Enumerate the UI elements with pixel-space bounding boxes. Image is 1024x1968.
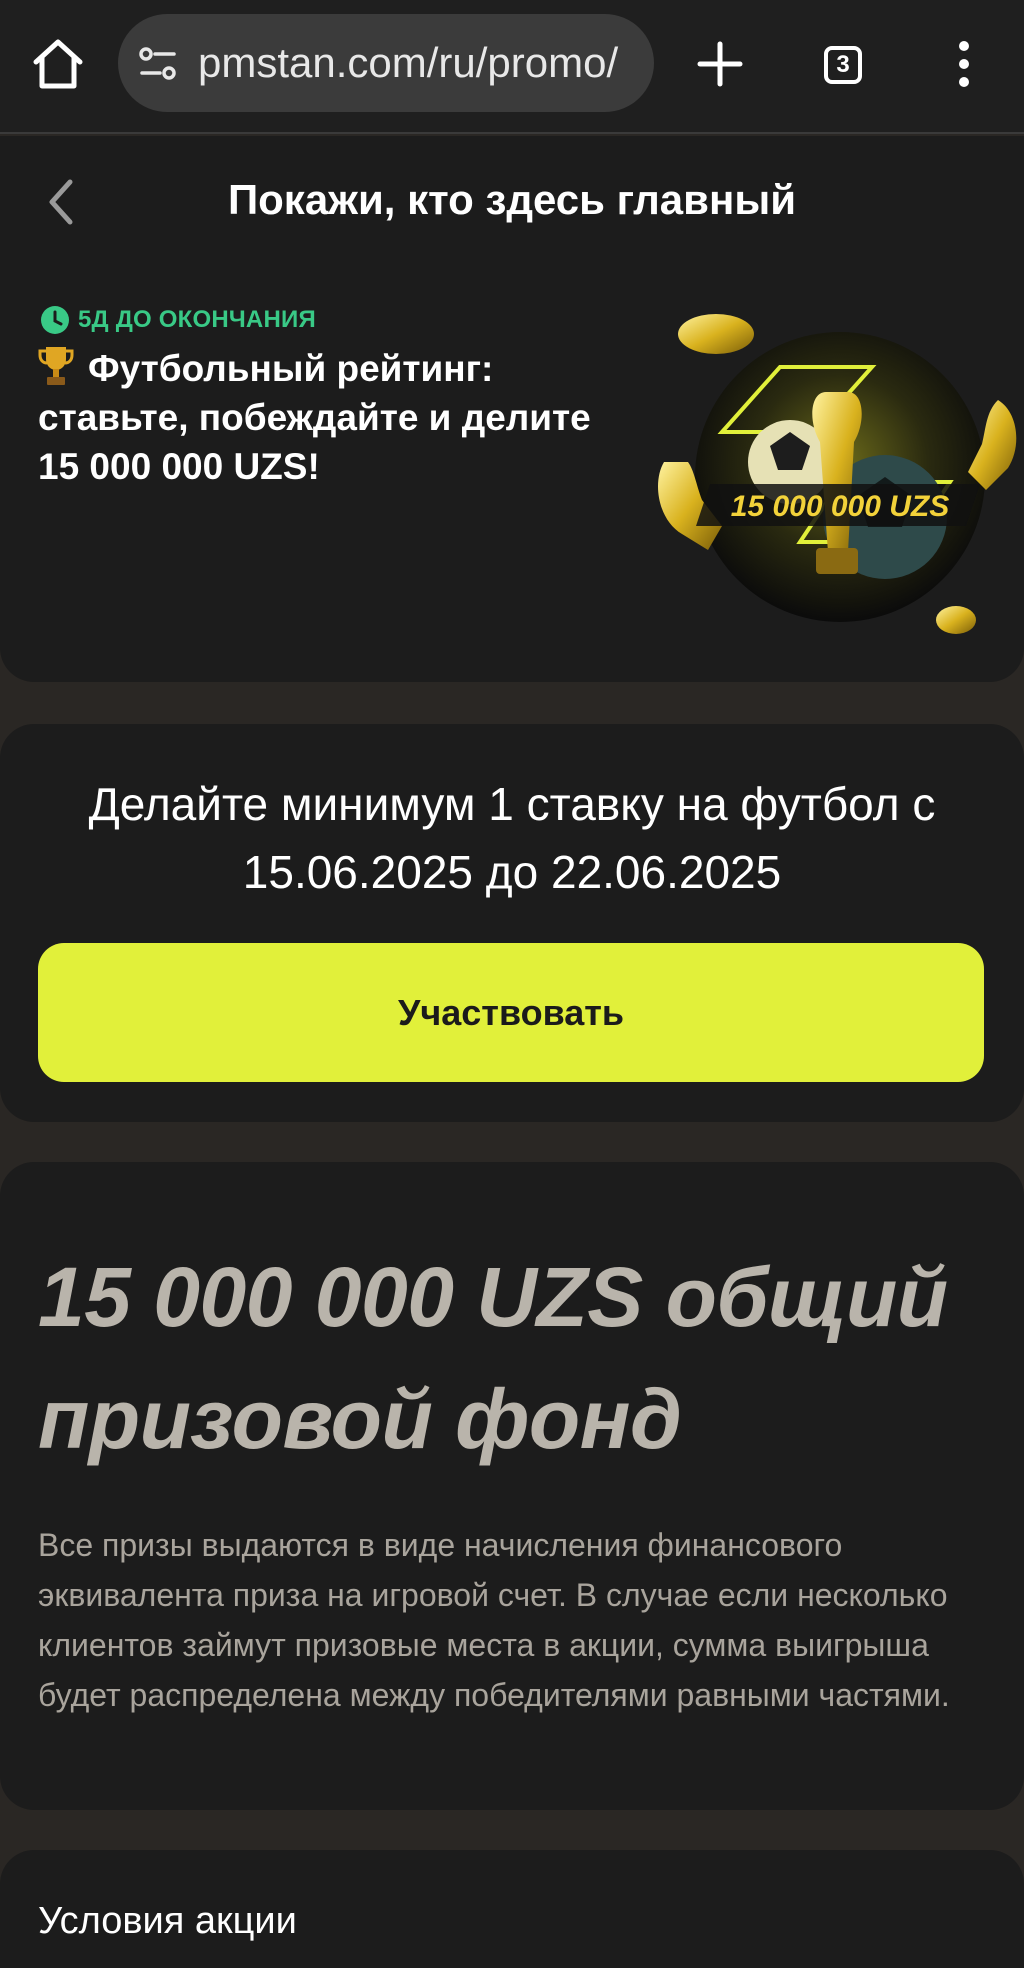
terms-title[interactable]: Условия акции: [38, 1900, 297, 1943]
promo-header-card: Покажи, кто здесь главный 5Д ДО ОКОНЧАНИ…: [0, 136, 1024, 682]
clock-icon: [40, 305, 70, 335]
promo-heading: Футбольный рейтинг: ставьте, побеждайте …: [38, 344, 638, 491]
more-vert-icon[interactable]: [944, 34, 984, 94]
tab-count: 3: [824, 46, 862, 84]
participate-card: Делайте минимум 1 ставку на футбол с 15.…: [0, 724, 1024, 1122]
trophy-icon: [38, 345, 74, 387]
address-bar[interactable]: pmstan.com/ru/promo/: [118, 14, 654, 112]
prize-fund-description: Все призы выдаются в виде начисления фин…: [38, 1527, 950, 1713]
browser-toolbar: pmstan.com/ru/promo/ 3: [0, 0, 1024, 134]
banner-amount-text: 15 000 000 UZS: [731, 490, 949, 523]
terms-card[interactable]: Условия акции: [0, 1850, 1024, 1968]
url-text[interactable]: pmstan.com/ru/promo/: [198, 38, 638, 88]
prize-fund-card: 15 000 000 UZS общий призовой фонд Все п…: [0, 1162, 1024, 1810]
site-settings-icon[interactable]: [138, 44, 178, 84]
back-chevron-icon[interactable]: [40, 174, 80, 230]
deadline-badge: 5Д ДО ОКОНЧАНИЯ: [40, 304, 316, 336]
plus-icon[interactable]: [690, 34, 750, 94]
prize-fund-title: 15 000 000 UZS общий призовой фонд: [38, 1250, 948, 1466]
home-icon[interactable]: [28, 34, 88, 94]
participation-requirement: Делайте минимум 1 ставку на футбол с 15.…: [88, 778, 936, 898]
participate-button[interactable]: Участвовать: [38, 943, 984, 1082]
promo-heading-text: Футбольный рейтинг: ставьте, побеждайте …: [38, 348, 591, 487]
page-title: Покажи, кто здесь главный: [227, 176, 797, 223]
tab-switcher-icon[interactable]: 3: [812, 34, 874, 96]
promo-banner-image: 15 000 000 UZS: [650, 312, 1024, 642]
deadline-text: 5Д ДО ОКОНЧАНИЯ: [78, 306, 316, 333]
